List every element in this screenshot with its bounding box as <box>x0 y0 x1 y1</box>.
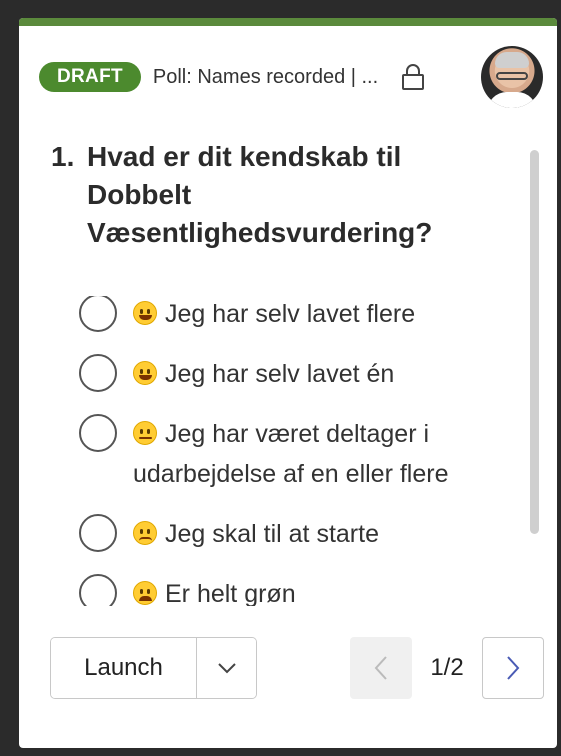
next-page-button[interactable] <box>482 637 544 699</box>
launch-button[interactable]: Launch <box>51 638 196 698</box>
poll-title: Poll: Names recorded | ... <box>152 65 379 88</box>
card-accent-bar <box>19 18 557 26</box>
avatar-hair <box>495 52 529 68</box>
radio-button[interactable] <box>79 514 117 552</box>
lock-icon <box>401 62 427 92</box>
option-label: Jeg skal til at starte <box>133 514 379 554</box>
radio-button[interactable] <box>79 296 117 332</box>
radio-button[interactable] <box>79 414 117 452</box>
radio-button[interactable] <box>79 354 117 392</box>
options-list: Jeg har selv lavet flere Jeg har selv la… <box>79 296 499 606</box>
sad-face-icon <box>133 521 157 545</box>
neutral-face-icon <box>133 421 157 445</box>
option-label: Er helt grøn <box>133 574 296 606</box>
option-1-label: Jeg har selv lavet flere <box>165 300 416 328</box>
smiling-face-icon <box>133 361 157 385</box>
previous-page-button[interactable] <box>350 637 412 699</box>
poll-card: DRAFT Poll: Names recorded | ... 1. Hvad… <box>19 18 557 748</box>
radio-button[interactable] <box>79 574 117 606</box>
option-4[interactable]: Jeg skal til at starte <box>79 514 499 554</box>
option-4-label: Jeg skal til at starte <box>165 520 379 548</box>
grinning-face-icon <box>133 301 157 325</box>
scrollbar-thumb[interactable] <box>530 150 539 534</box>
card-footer: Launch 1/2 <box>50 637 544 699</box>
crying-face-icon <box>133 581 157 605</box>
chevron-down-icon <box>217 663 236 674</box>
option-3[interactable]: Jeg har været deltager i udarbejdelse af… <box>79 414 499 494</box>
option-label: Jeg har selv lavet én <box>133 354 394 394</box>
chevron-left-icon <box>374 656 387 680</box>
question-heading: 1. Hvad er dit kendskab til Dobbelt Væse… <box>51 138 471 252</box>
option-5-label: Er helt grøn <box>165 580 296 606</box>
option-2[interactable]: Jeg har selv lavet én <box>79 354 499 394</box>
avatar-glasses <box>496 72 528 80</box>
option-label: Jeg har været deltager i udarbejdelse af… <box>133 414 499 494</box>
user-avatar[interactable] <box>481 46 543 108</box>
draft-badge: DRAFT <box>39 62 141 92</box>
launch-dropdown-button[interactable] <box>196 638 256 698</box>
option-2-label: Jeg har selv lavet én <box>165 360 395 388</box>
launch-split-button: Launch <box>50 637 257 699</box>
pager: 1/2 <box>350 637 544 699</box>
question-text: Hvad er dit kendskab til Dobbelt Væsentl… <box>87 141 433 248</box>
option-5[interactable]: Er helt grøn <box>79 574 499 606</box>
chevron-right-icon <box>507 656 520 680</box>
option-1[interactable]: Jeg har selv lavet flere <box>79 296 499 334</box>
card-header: DRAFT Poll: Names recorded | ... <box>39 46 543 108</box>
avatar-shirt <box>487 92 537 108</box>
option-label: Jeg har selv lavet flere <box>133 296 415 334</box>
page-indicator: 1/2 <box>430 654 464 681</box>
question-number: 1. <box>51 141 75 172</box>
option-3-label: Jeg har været deltager i udarbejdelse af… <box>133 420 449 488</box>
